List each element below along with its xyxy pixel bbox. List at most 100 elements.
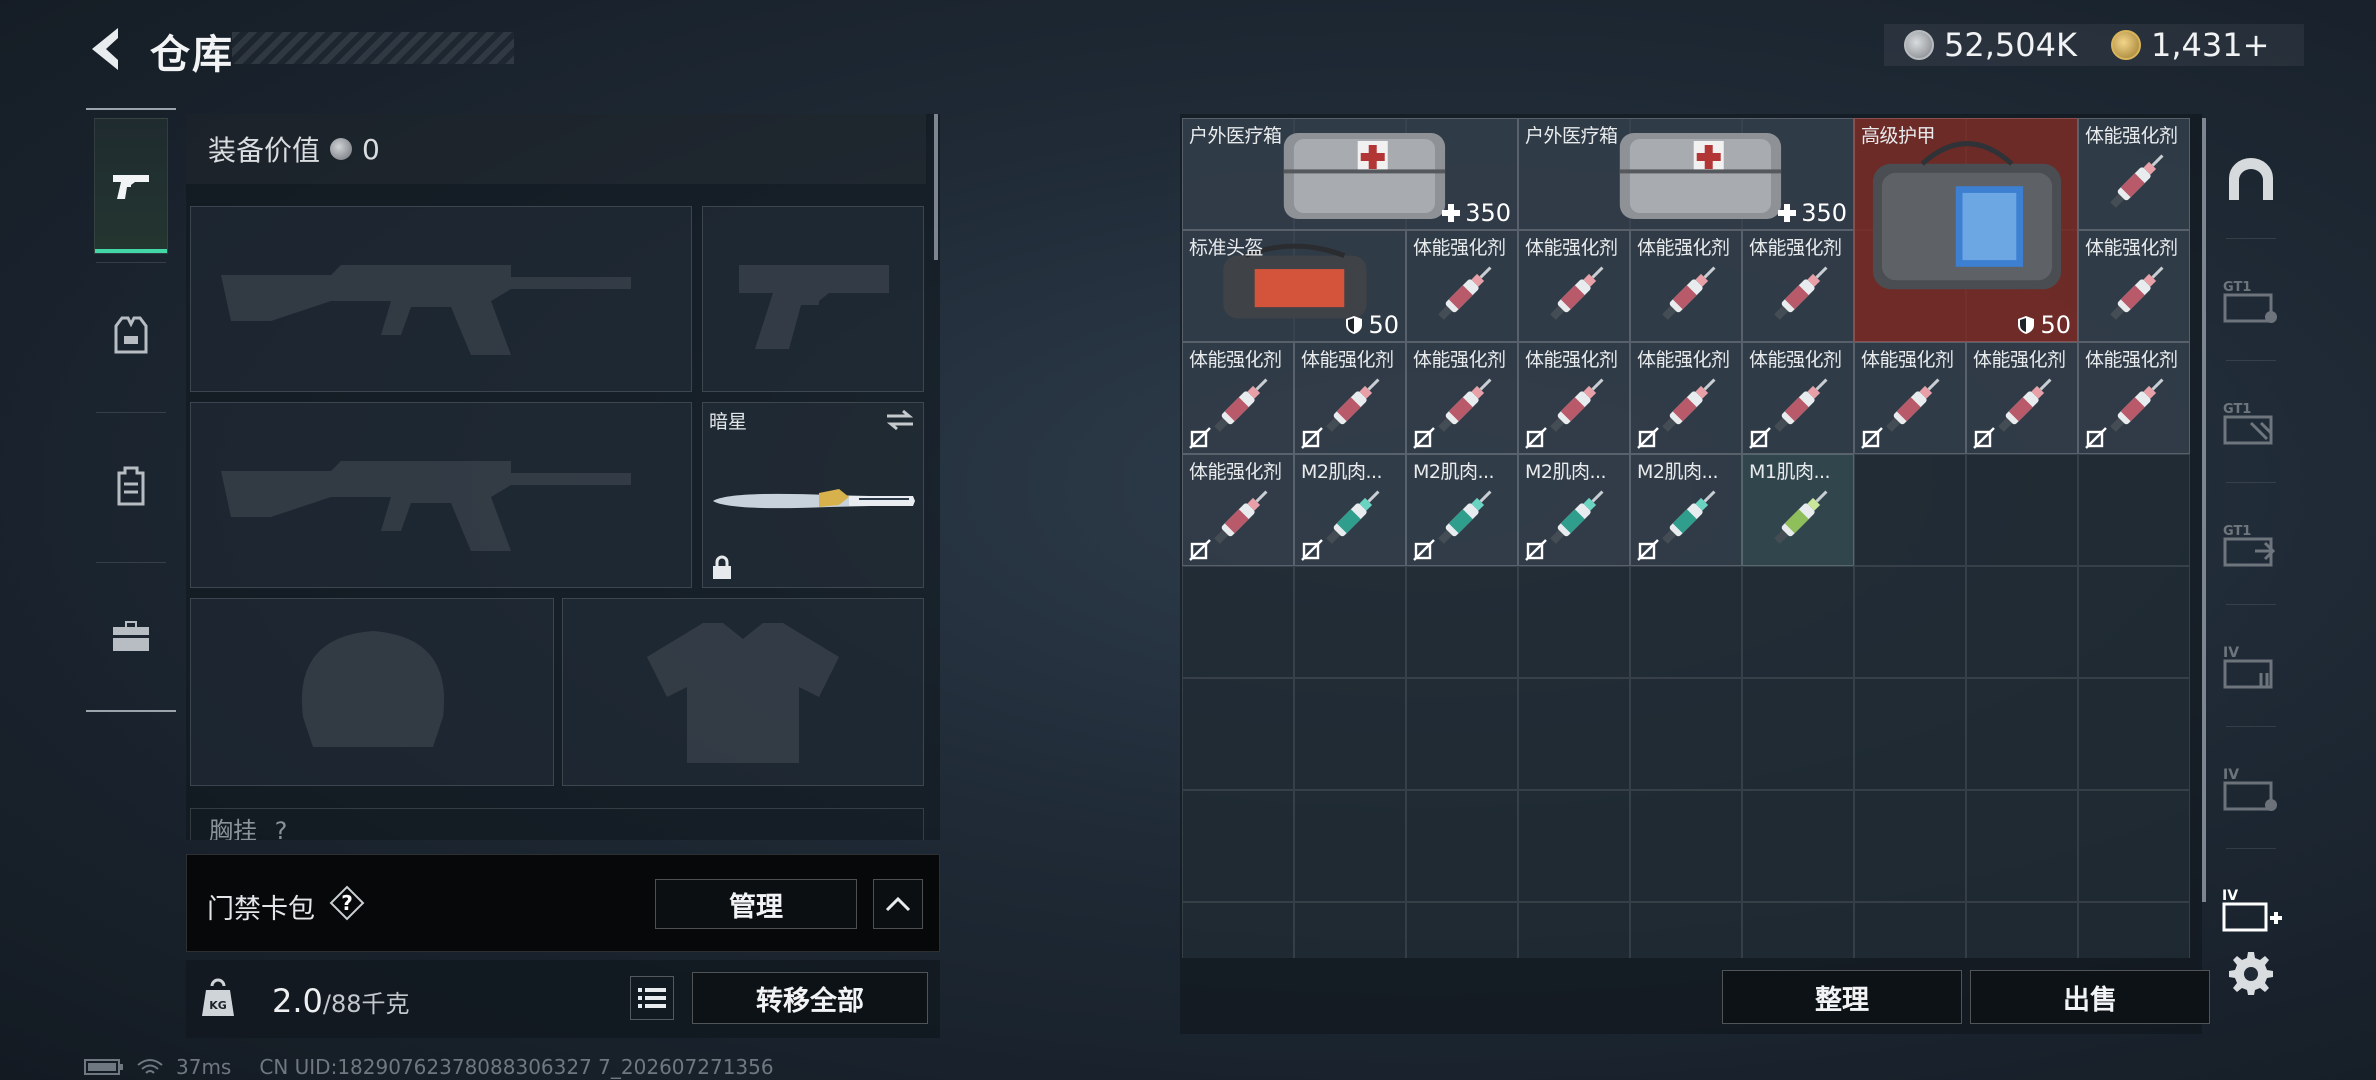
storage-item[interactable]: 体能强化剂 [1630,342,1742,454]
grid-cell[interactable] [2078,790,2190,902]
swap-icon[interactable] [885,409,915,431]
sell-button[interactable]: 出售 [1970,970,2210,1024]
grid-cell[interactable] [2078,678,2190,790]
grid-cell[interactable] [1518,678,1630,790]
storage-item[interactable]: M2肌肉... [1630,454,1742,566]
storage-item[interactable]: 体能强化剂 [1406,342,1518,454]
grid-cell[interactable] [1630,566,1742,678]
grid-cell[interactable] [1294,566,1406,678]
storage-item[interactable]: 体能强化剂 [1182,342,1294,454]
grid-cell[interactable] [1518,566,1630,678]
grid-cell[interactable] [1966,566,2078,678]
grid-cell[interactable] [2078,566,2190,678]
manage-button[interactable]: 管理 [655,879,857,929]
storage-panel: 户外医疗箱 350 户外医疗箱 350 高级护甲 50 体能强化剂 标准头盔 50 体能强化剂 体能… [1180,114,2202,1034]
grid-cell[interactable] [1630,790,1742,902]
storage-item[interactable]: 体能强化剂 [1294,342,1406,454]
grid-cell[interactable] [1182,902,1294,958]
grid-cell[interactable] [1854,790,1966,902]
grid-cell[interactable] [1742,678,1854,790]
storage-item[interactable]: 体能强化剂 [1182,454,1294,566]
storage-tab-iv-b[interactable]: IV [2216,734,2286,844]
grid-cell[interactable] [1182,790,1294,902]
storage-tab-gt1-b[interactable]: GT1 [2216,368,2286,478]
nav-item-backpack[interactable] [94,418,168,554]
grid-cell[interactable] [1742,790,1854,902]
grid-cell[interactable] [1742,566,1854,678]
storage-item[interactable]: 户外医疗箱 350 [1518,118,1854,230]
grid-cell[interactable] [1630,902,1742,958]
weight-max: /88千克 [322,990,410,1018]
storage-item[interactable]: M2肌肉... [1294,454,1406,566]
storage-item[interactable]: 体能强化剂 [1518,230,1630,342]
grid-cell[interactable] [1966,790,2078,902]
transfer-all-button[interactable]: 转移全部 [692,972,928,1024]
nav-item-armor[interactable] [94,268,168,404]
storage-tab-gt1-c[interactable]: GT1 [2216,490,2286,600]
grid-cell[interactable] [2078,454,2190,566]
grid-cell[interactable] [1966,902,2078,958]
list-view-button[interactable] [630,976,674,1020]
storage-item[interactable]: 体能强化剂 [2078,230,2190,342]
storage-item[interactable]: M1肌肉... [1742,454,1854,566]
grid-cell[interactable] [1742,902,1854,958]
storage-item[interactable]: 体能强化剂 [1518,342,1630,454]
syringe-icon [1998,378,2052,432]
storage-item[interactable]: 体能强化剂 [1742,342,1854,454]
grid-cell[interactable] [1294,902,1406,958]
storage-item[interactable]: 体能强化剂 [1854,342,1966,454]
back-button[interactable] [84,24,130,74]
help-button[interactable]: ? [329,885,365,921]
storage-item[interactable]: M2肌肉... [1406,454,1518,566]
body-armor-slot[interactable] [562,598,924,786]
grid-cell[interactable] [1854,566,1966,678]
grid-cell[interactable] [1182,566,1294,678]
nav-item-cases[interactable] [94,568,168,704]
storage-item[interactable]: 体能强化剂 [1630,230,1742,342]
grid-cell[interactable] [1518,790,1630,902]
grid-cell[interactable] [1406,902,1518,958]
grid-cell[interactable] [1406,678,1518,790]
storage-item[interactable]: 体能强化剂 [1966,342,2078,454]
storage-tab-gt1-a[interactable]: GT1 [2216,246,2286,356]
storage-item[interactable]: 高级护甲 50 [1854,118,2078,342]
chest-rig-slot[interactable]: 胸挂 ? [190,808,924,840]
grid-cell[interactable] [2078,902,2190,958]
grid-cell[interactable] [1966,454,2078,566]
gold-coin-icon [2110,30,2141,60]
grid-cell[interactable] [1182,678,1294,790]
storage-item[interactable]: 体能强化剂 [1742,230,1854,342]
grid-cell[interactable] [1294,790,1406,902]
storage-item[interactable]: 标准头盔 50 [1182,230,1406,342]
back-arrow-icon [92,28,118,70]
storage-item[interactable]: 体能强化剂 [2078,118,2190,230]
storage-item[interactable]: 体能强化剂 [2078,342,2190,454]
equipment-scrollbar[interactable] [934,114,938,260]
storage-tab-iv-a[interactable]: IV [2216,612,2286,722]
collapse-button[interactable] [873,879,923,929]
grid-cell[interactable] [1630,678,1742,790]
pistol-slot[interactable] [702,206,924,392]
settings-button[interactable] [2228,950,2274,996]
grid-cell[interactable] [1966,678,2078,790]
storage-item[interactable]: 体能强化剂 [1406,230,1518,342]
helmet-slot[interactable] [190,598,554,786]
melee-slot[interactable]: 暗星 [702,402,924,588]
grid-cell[interactable] [1406,566,1518,678]
secondary-weapon-slot[interactable] [190,402,692,588]
grid-cell[interactable] [1518,902,1630,958]
storage-item[interactable]: M2肌肉... [1518,454,1630,566]
storage-tab-all[interactable] [2216,124,2286,234]
grid-cell[interactable] [1406,790,1518,902]
storage-scrollbar[interactable] [2202,118,2206,902]
keycard-bag-bar: 门禁卡包 ? 管理 [186,854,940,952]
grid-cell[interactable] [1294,678,1406,790]
grid-cell[interactable] [1854,678,1966,790]
grid-cell[interactable] [1854,902,1966,958]
sort-button[interactable]: 整理 [1722,970,1962,1024]
primary-weapon-slot[interactable] [190,206,692,392]
item-name: 体能强化剂 [1861,349,1954,371]
grid-cell[interactable] [1854,454,1966,566]
storage-item[interactable]: 户外医疗箱 350 [1182,118,1518,230]
nav-item-weapons[interactable] [94,118,168,254]
